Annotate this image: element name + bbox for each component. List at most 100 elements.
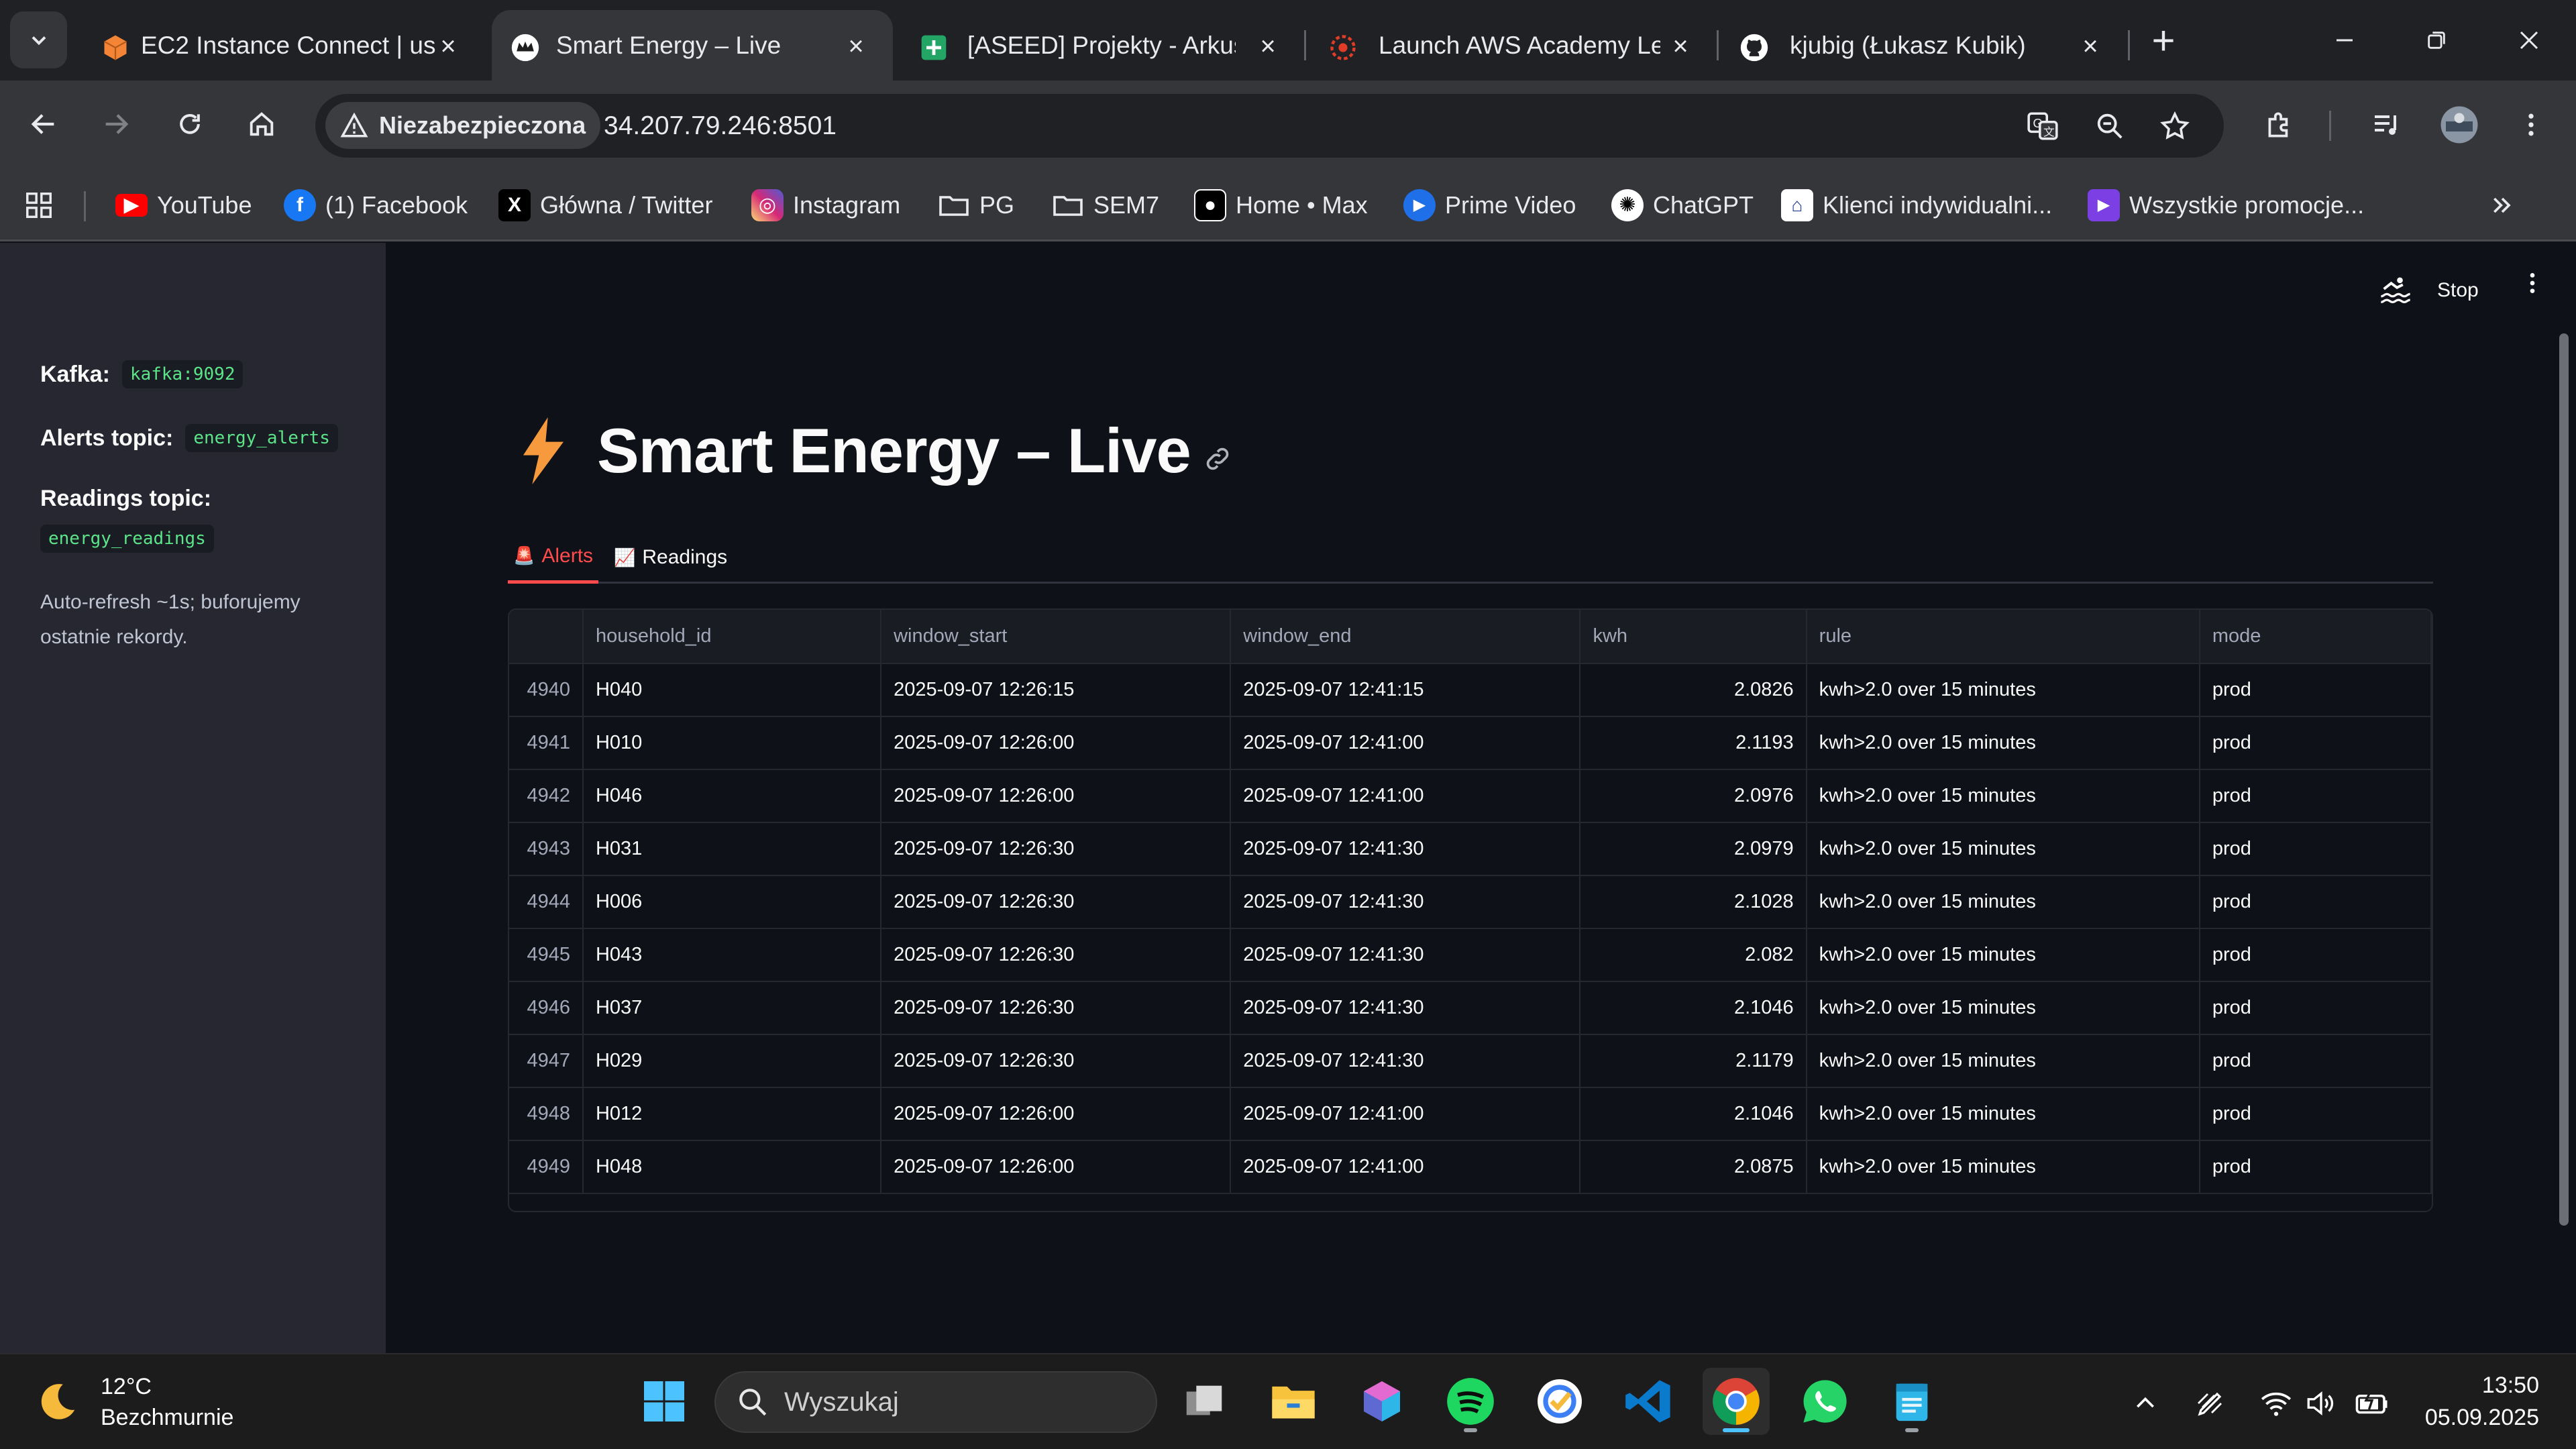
cell-window-start[interactable]: 2025-09-07 12:26:00 [881, 769, 1232, 823]
cell-household-id[interactable]: H043 [582, 928, 882, 982]
minimize-button[interactable] [2324, 20, 2365, 60]
cell-window-end[interactable]: 2025-09-07 12:41:30 [1230, 981, 1581, 1035]
bookmark-prime-video[interactable]: ▶ Prime Video [1403, 183, 1576, 227]
cell-household-id[interactable]: H040 [582, 663, 882, 717]
cell-household-id[interactable]: H029 [582, 1034, 882, 1088]
cell-row-index[interactable]: 4941 [509, 716, 584, 770]
cell-mode[interactable]: prod [2199, 769, 2432, 823]
bookmark-instagram[interactable]: ◎ Instagram [751, 183, 900, 227]
cell-window-start[interactable]: 2025-09-07 12:26:00 [881, 1140, 1232, 1194]
cell-household-id[interactable]: H046 [582, 769, 882, 823]
cell-household-id[interactable]: H006 [582, 875, 882, 929]
cell-kwh[interactable]: 2.1046 [1580, 1087, 1807, 1141]
cell-rule[interactable]: kwh>2.0 over 15 minutes [1806, 928, 2200, 982]
reload-button[interactable] [163, 97, 217, 151]
notepad-button[interactable] [1878, 1368, 1945, 1435]
file-explorer-button[interactable] [1260, 1368, 1327, 1435]
cell-mode[interactable]: prod [2199, 928, 2432, 982]
bookmark-facebook[interactable]: f (1) Facebook [284, 183, 468, 227]
cell-mode[interactable]: prod [2199, 1087, 2432, 1141]
cell-household-id[interactable]: H037 [582, 981, 882, 1035]
close-icon[interactable]: × [436, 32, 460, 61]
cell-rule[interactable]: kwh>2.0 over 15 minutes [1806, 875, 2200, 929]
cell-kwh[interactable]: 2.0976 [1580, 769, 1807, 823]
cell-household-id[interactable]: H031 [582, 822, 882, 876]
browser-tab-github[interactable]: kjubig (Łukasz Kubik) × [1723, 10, 2132, 80]
cell-row-index[interactable]: 4940 [509, 663, 584, 717]
cell-rule[interactable]: kwh>2.0 over 15 minutes [1806, 1034, 2200, 1088]
table-row[interactable]: 4947 H029 2025-09-07 12:26:30 2025-09-07 12… [509, 1034, 2432, 1088]
home-button[interactable] [235, 97, 288, 151]
cell-row-index[interactable]: 4949 [509, 1140, 584, 1194]
browser-tab-smart-energy[interactable]: Smart Energy – Live × [492, 10, 893, 80]
cell-household-id[interactable]: H012 [582, 1087, 882, 1141]
url-text[interactable]: 34.207.79.246:8501 [604, 94, 837, 158]
cell-mode[interactable]: prod [2199, 716, 2432, 770]
table-row[interactable]: 4946 H037 2025-09-07 12:26:30 2025-09-07 12… [509, 981, 2432, 1035]
cell-window-end[interactable]: 2025-09-07 12:41:30 [1230, 875, 1581, 929]
cell-kwh[interactable]: 2.082 [1580, 928, 1807, 982]
weather-widget[interactable]: 12°C Bezchmurnie [34, 1371, 233, 1433]
cell-rule[interactable]: kwh>2.0 over 15 minutes [1806, 716, 2200, 770]
main-scrollbar[interactable] [2559, 333, 2569, 1226]
cell-row-index[interactable]: 4946 [509, 981, 584, 1035]
bookmark-klienci[interactable]: ⌂ Klienci indywidualni... [1781, 183, 2052, 227]
cell-row-index[interactable]: 4948 [509, 1087, 584, 1141]
cell-mode[interactable]: prod [2199, 981, 2432, 1035]
cell-window-start[interactable]: 2025-09-07 12:26:30 [881, 928, 1232, 982]
tab-alerts[interactable]: 🚨 Alerts [508, 531, 599, 584]
cell-rule[interactable]: kwh>2.0 over 15 minutes [1806, 1140, 2200, 1194]
spotify-button[interactable] [1437, 1368, 1504, 1435]
column-header-rule[interactable]: rule [1806, 610, 2200, 664]
column-header-window-start[interactable]: window_start [881, 610, 1232, 664]
restore-button[interactable] [2416, 20, 2457, 60]
bookmark-folder-pg[interactable]: PG [938, 183, 1014, 227]
cell-rule[interactable]: kwh>2.0 over 15 minutes [1806, 981, 2200, 1035]
vscode-button[interactable] [1615, 1368, 1682, 1435]
cell-row-index[interactable]: 4944 [509, 875, 584, 929]
cell-row-index[interactable]: 4943 [509, 822, 584, 876]
cell-window-start[interactable]: 2025-09-07 12:26:30 [881, 981, 1232, 1035]
column-header-mode[interactable]: mode [2199, 610, 2432, 664]
cell-mode[interactable]: prod [2199, 1140, 2432, 1194]
browser-tab-aseed[interactable]: [ASEED] Projekty - Arkusz × [899, 10, 1308, 80]
table-row[interactable]: 4949 H048 2025-09-07 12:26:00 2025-09-07 12… [509, 1140, 2432, 1194]
cell-window-end[interactable]: 2025-09-07 12:41:30 [1230, 1034, 1581, 1088]
table-row[interactable]: 4942 H046 2025-09-07 12:26:00 2025-09-07 12… [509, 769, 2432, 823]
close-icon[interactable]: × [844, 32, 868, 61]
bookmark-star-button[interactable] [2155, 106, 2195, 146]
close-window-button[interactable] [2509, 20, 2549, 60]
cell-mode[interactable]: prod [2199, 875, 2432, 929]
browser-tab-aws-academy[interactable]: Launch AWS Academy Le × [1311, 10, 1721, 80]
cell-kwh[interactable]: 2.1179 [1580, 1034, 1807, 1088]
cell-kwh[interactable]: 2.1028 [1580, 875, 1807, 929]
cell-household-id[interactable]: H010 [582, 716, 882, 770]
copilot-button[interactable] [1348, 1368, 1415, 1435]
cell-window-end[interactable]: 2025-09-07 12:41:00 [1230, 769, 1581, 823]
cell-window-end[interactable]: 2025-09-07 12:41:00 [1230, 1087, 1581, 1141]
cell-row-index[interactable]: 4942 [509, 769, 584, 823]
cell-rule[interactable]: kwh>2.0 over 15 minutes [1806, 663, 2200, 717]
new-tab-button[interactable]: + [2143, 18, 2184, 63]
anchor-link-icon[interactable] [1203, 444, 1232, 474]
cell-window-end[interactable]: 2025-09-07 12:41:00 [1230, 1140, 1581, 1194]
cell-row-index[interactable]: 4945 [509, 928, 584, 982]
alerts-table[interactable]: household_id window_start window_end kwh… [508, 608, 2433, 1212]
cell-window-end[interactable]: 2025-09-07 12:41:30 [1230, 822, 1581, 876]
browser-menu-button[interactable] [2506, 99, 2556, 150]
chrome-button[interactable] [1703, 1368, 1770, 1435]
profile-avatar-button[interactable] [2434, 99, 2484, 150]
column-header-index[interactable] [509, 610, 584, 664]
cell-window-start[interactable]: 2025-09-07 12:26:30 [881, 875, 1232, 929]
cell-mode[interactable]: prod [2199, 822, 2432, 876]
cell-row-index[interactable]: 4947 [509, 1034, 584, 1088]
cell-mode[interactable]: prod [2199, 663, 2432, 717]
table-row[interactable]: 4948 H012 2025-09-07 12:26:00 2025-09-07 12… [509, 1087, 2432, 1141]
app-menu-button[interactable] [2519, 270, 2546, 297]
table-row[interactable]: 4943 H031 2025-09-07 12:26:30 2025-09-07 12… [509, 822, 2432, 876]
bookmark-promocje[interactable]: ▶ Wszystkie promocje... [2088, 183, 2364, 227]
close-icon[interactable]: × [1256, 32, 1280, 61]
cell-kwh[interactable]: 2.0979 [1580, 822, 1807, 876]
reading-list-button[interactable] [2361, 99, 2412, 150]
cell-window-start[interactable]: 2025-09-07 12:26:15 [881, 663, 1232, 717]
